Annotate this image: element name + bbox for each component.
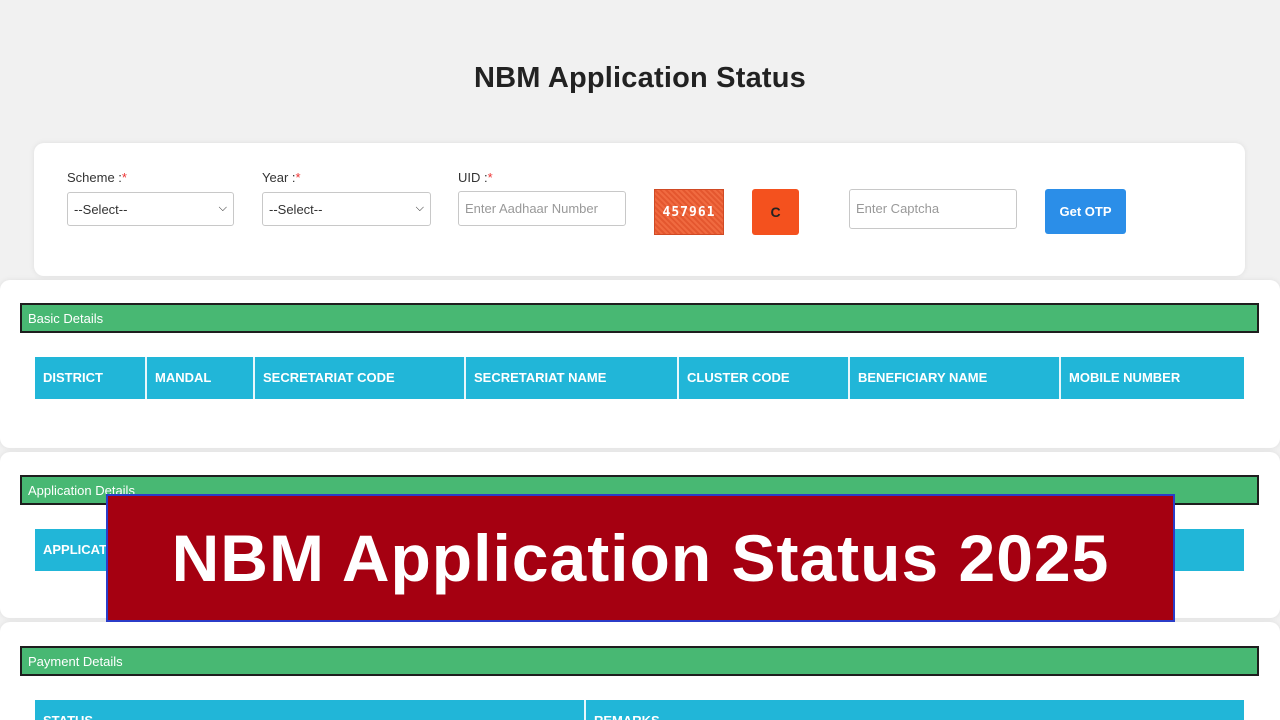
column-header: CLUSTER CODE <box>679 357 850 399</box>
captcha-input[interactable]: Enter Captcha <box>849 189 1017 229</box>
column-header: SECRETARIAT CODE <box>255 357 466 399</box>
chevron-down-icon: ⌵ <box>415 202 424 214</box>
year-select[interactable]: --Select-- ⌵ <box>262 192 431 226</box>
scheme-label: Scheme :* <box>67 170 127 185</box>
column-header: MOBILE NUMBER <box>1069 370 1181 385</box>
payment-details-header: Payment Details <box>20 646 1259 676</box>
refresh-captcha-button[interactable]: C <box>752 189 799 235</box>
get-otp-button[interactable]: Get OTP <box>1045 189 1126 234</box>
column-header: BENEFICIARY NAME <box>850 357 1061 399</box>
uid-input[interactable]: Enter Aadhaar Number <box>458 191 626 226</box>
column-header: STATUS <box>35 700 586 720</box>
year-label: Year :* <box>262 170 301 185</box>
captcha-image: 457961 <box>654 189 724 235</box>
uid-label: UID :* <box>458 170 493 185</box>
chevron-down-icon: ⌵ <box>218 202 227 214</box>
title-banner: NBM Application Status 2025 <box>106 494 1175 622</box>
refresh-icon: C <box>770 204 781 220</box>
column-header: REMARKS <box>586 700 1244 720</box>
payment-details-table-header: STATUS REMARKS <box>35 700 1244 720</box>
page-title: NBM Application Status <box>474 62 806 94</box>
scheme-select[interactable]: --Select-- ⌵ <box>67 192 234 226</box>
basic-details-header: Basic Details <box>20 303 1259 333</box>
column-header: DISTRICT <box>35 357 147 399</box>
basic-details-table-header: DISTRICT MANDAL SECRETARIAT CODE SECRETA… <box>35 357 1244 399</box>
column-header: MANDAL <box>147 357 255 399</box>
column-header: SECRETARIAT NAME <box>466 357 679 399</box>
